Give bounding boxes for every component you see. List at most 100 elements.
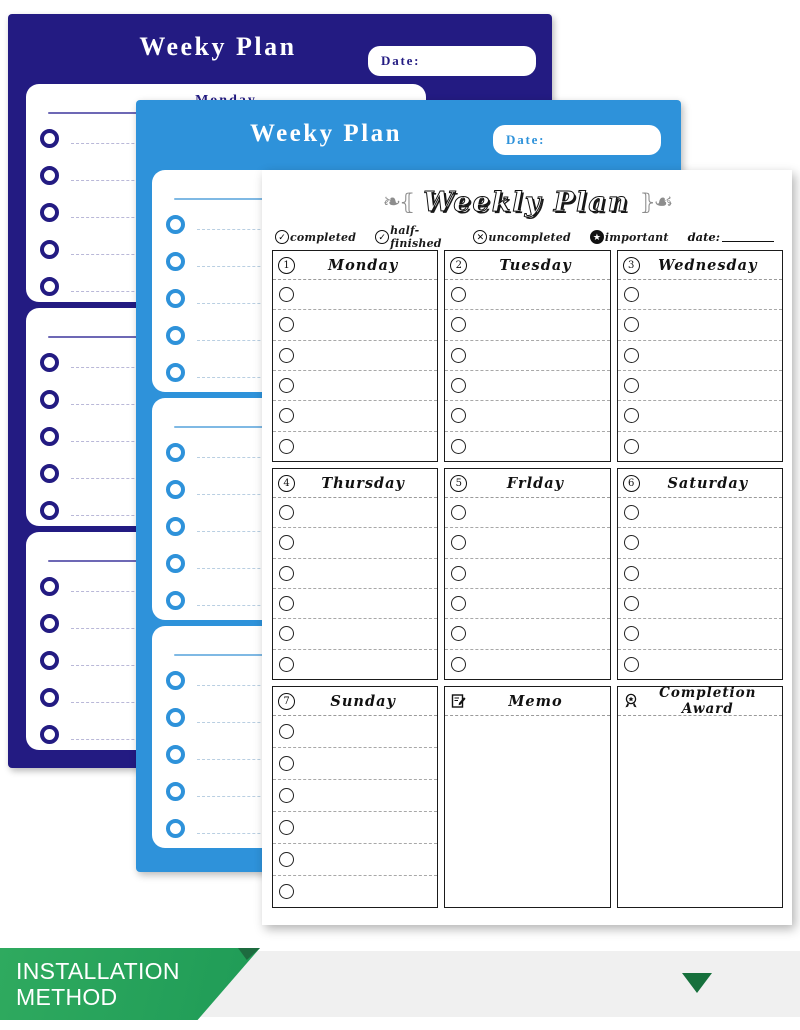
circle-checkbox-icon[interactable] xyxy=(623,317,639,333)
circle-checkbox-icon[interactable] xyxy=(451,656,467,672)
circle-checkbox-icon[interactable] xyxy=(451,596,467,612)
circle-checkbox-icon[interactable] xyxy=(451,438,467,454)
circle-checkbox-icon[interactable] xyxy=(40,390,59,409)
circle-checkbox-icon[interactable] xyxy=(40,353,59,372)
task-row[interactable] xyxy=(273,528,438,559)
task-row[interactable] xyxy=(617,559,782,589)
task-row[interactable] xyxy=(273,716,438,748)
task-row[interactable] xyxy=(445,401,610,432)
task-row[interactable] xyxy=(273,876,437,907)
task-row[interactable] xyxy=(617,528,782,559)
task-row[interactable] xyxy=(273,589,438,620)
circle-checkbox-icon[interactable] xyxy=(623,408,639,424)
task-row[interactable] xyxy=(273,844,438,876)
circle-checkbox-icon[interactable] xyxy=(40,464,59,483)
circle-checkbox-icon[interactable] xyxy=(623,596,639,612)
task-row[interactable] xyxy=(445,559,610,589)
dark-card-date-field[interactable]: Date: xyxy=(368,46,536,76)
circle-checkbox-icon[interactable] xyxy=(279,317,294,333)
task-row[interactable] xyxy=(273,812,438,844)
circle-checkbox-icon[interactable] xyxy=(451,378,467,394)
task-row[interactable] xyxy=(445,498,610,529)
task-row[interactable] xyxy=(445,619,610,650)
circle-checkbox-icon[interactable] xyxy=(40,501,59,520)
task-row[interactable] xyxy=(273,748,438,780)
circle-checkbox-icon[interactable] xyxy=(40,203,59,222)
circle-checkbox-icon[interactable] xyxy=(40,166,59,185)
circle-checkbox-icon[interactable] xyxy=(166,671,185,690)
circle-checkbox-icon[interactable] xyxy=(279,596,294,612)
task-row[interactable] xyxy=(445,432,609,461)
circle-checkbox-icon[interactable] xyxy=(40,725,59,744)
task-row[interactable] xyxy=(273,401,438,432)
circle-checkbox-icon[interactable] xyxy=(40,427,59,446)
circle-checkbox-icon[interactable] xyxy=(279,378,294,394)
task-row[interactable] xyxy=(617,619,782,650)
circle-checkbox-icon[interactable] xyxy=(279,565,294,581)
circle-checkbox-icon[interactable] xyxy=(166,517,185,536)
circle-checkbox-icon[interactable] xyxy=(166,708,185,727)
task-row[interactable] xyxy=(273,310,438,341)
circle-checkbox-icon[interactable] xyxy=(40,651,59,670)
task-row[interactable] xyxy=(617,341,782,371)
date-field[interactable]: date: xyxy=(688,230,780,244)
circle-checkbox-icon[interactable] xyxy=(279,852,294,867)
circle-checkbox-icon[interactable] xyxy=(166,554,185,573)
circle-checkbox-icon[interactable] xyxy=(623,378,639,394)
task-row[interactable] xyxy=(617,310,782,341)
circle-checkbox-icon[interactable] xyxy=(623,438,639,454)
circle-checkbox-icon[interactable] xyxy=(451,535,467,551)
circle-checkbox-icon[interactable] xyxy=(166,480,185,499)
task-row[interactable] xyxy=(273,780,438,812)
circle-checkbox-icon[interactable] xyxy=(623,505,639,521)
task-row[interactable] xyxy=(273,280,438,311)
circle-checkbox-icon[interactable] xyxy=(166,819,185,838)
circle-checkbox-icon[interactable] xyxy=(279,535,294,551)
task-row[interactable] xyxy=(445,341,610,371)
circle-checkbox-icon[interactable] xyxy=(279,287,294,303)
memo-writing-area[interactable] xyxy=(445,716,609,907)
circle-checkbox-icon[interactable] xyxy=(451,347,467,363)
task-row[interactable] xyxy=(618,432,782,461)
blue-card-date-field[interactable]: Date: xyxy=(493,125,661,155)
task-row[interactable] xyxy=(445,280,610,311)
circle-checkbox-icon[interactable] xyxy=(279,408,294,424)
task-row[interactable] xyxy=(273,650,437,679)
circle-checkbox-icon[interactable] xyxy=(279,788,294,803)
circle-checkbox-icon[interactable] xyxy=(40,277,59,296)
task-row[interactable] xyxy=(617,371,782,402)
circle-checkbox-icon[interactable] xyxy=(166,443,185,462)
circle-checkbox-icon[interactable] xyxy=(279,438,294,454)
circle-checkbox-icon[interactable] xyxy=(279,505,294,521)
circle-checkbox-icon[interactable] xyxy=(166,363,185,382)
circle-checkbox-icon[interactable] xyxy=(623,535,639,551)
circle-checkbox-icon[interactable] xyxy=(40,614,59,633)
circle-checkbox-icon[interactable] xyxy=(623,347,639,363)
circle-checkbox-icon[interactable] xyxy=(623,626,639,642)
task-row[interactable] xyxy=(273,341,438,371)
circle-checkbox-icon[interactable] xyxy=(451,505,467,521)
task-row[interactable] xyxy=(273,498,438,529)
circle-checkbox-icon[interactable] xyxy=(279,656,294,672)
award-writing-area[interactable] xyxy=(618,716,782,907)
circle-checkbox-icon[interactable] xyxy=(623,287,639,303)
circle-checkbox-icon[interactable] xyxy=(40,577,59,596)
task-row[interactable] xyxy=(273,432,437,461)
circle-checkbox-icon[interactable] xyxy=(279,724,294,739)
task-row[interactable] xyxy=(445,650,609,679)
circle-checkbox-icon[interactable] xyxy=(279,884,294,899)
circle-checkbox-icon[interactable] xyxy=(166,745,185,764)
circle-checkbox-icon[interactable] xyxy=(279,626,294,642)
circle-checkbox-icon[interactable] xyxy=(40,129,59,148)
circle-checkbox-icon[interactable] xyxy=(40,240,59,259)
task-row[interactable] xyxy=(617,589,782,620)
circle-checkbox-icon[interactable] xyxy=(279,756,294,771)
task-row[interactable] xyxy=(617,498,782,529)
circle-checkbox-icon[interactable] xyxy=(166,215,185,234)
circle-checkbox-icon[interactable] xyxy=(166,782,185,801)
task-row[interactable] xyxy=(273,371,438,402)
task-row[interactable] xyxy=(617,401,782,432)
circle-checkbox-icon[interactable] xyxy=(40,688,59,707)
circle-checkbox-icon[interactable] xyxy=(166,289,185,308)
date-write-line[interactable] xyxy=(722,241,774,242)
